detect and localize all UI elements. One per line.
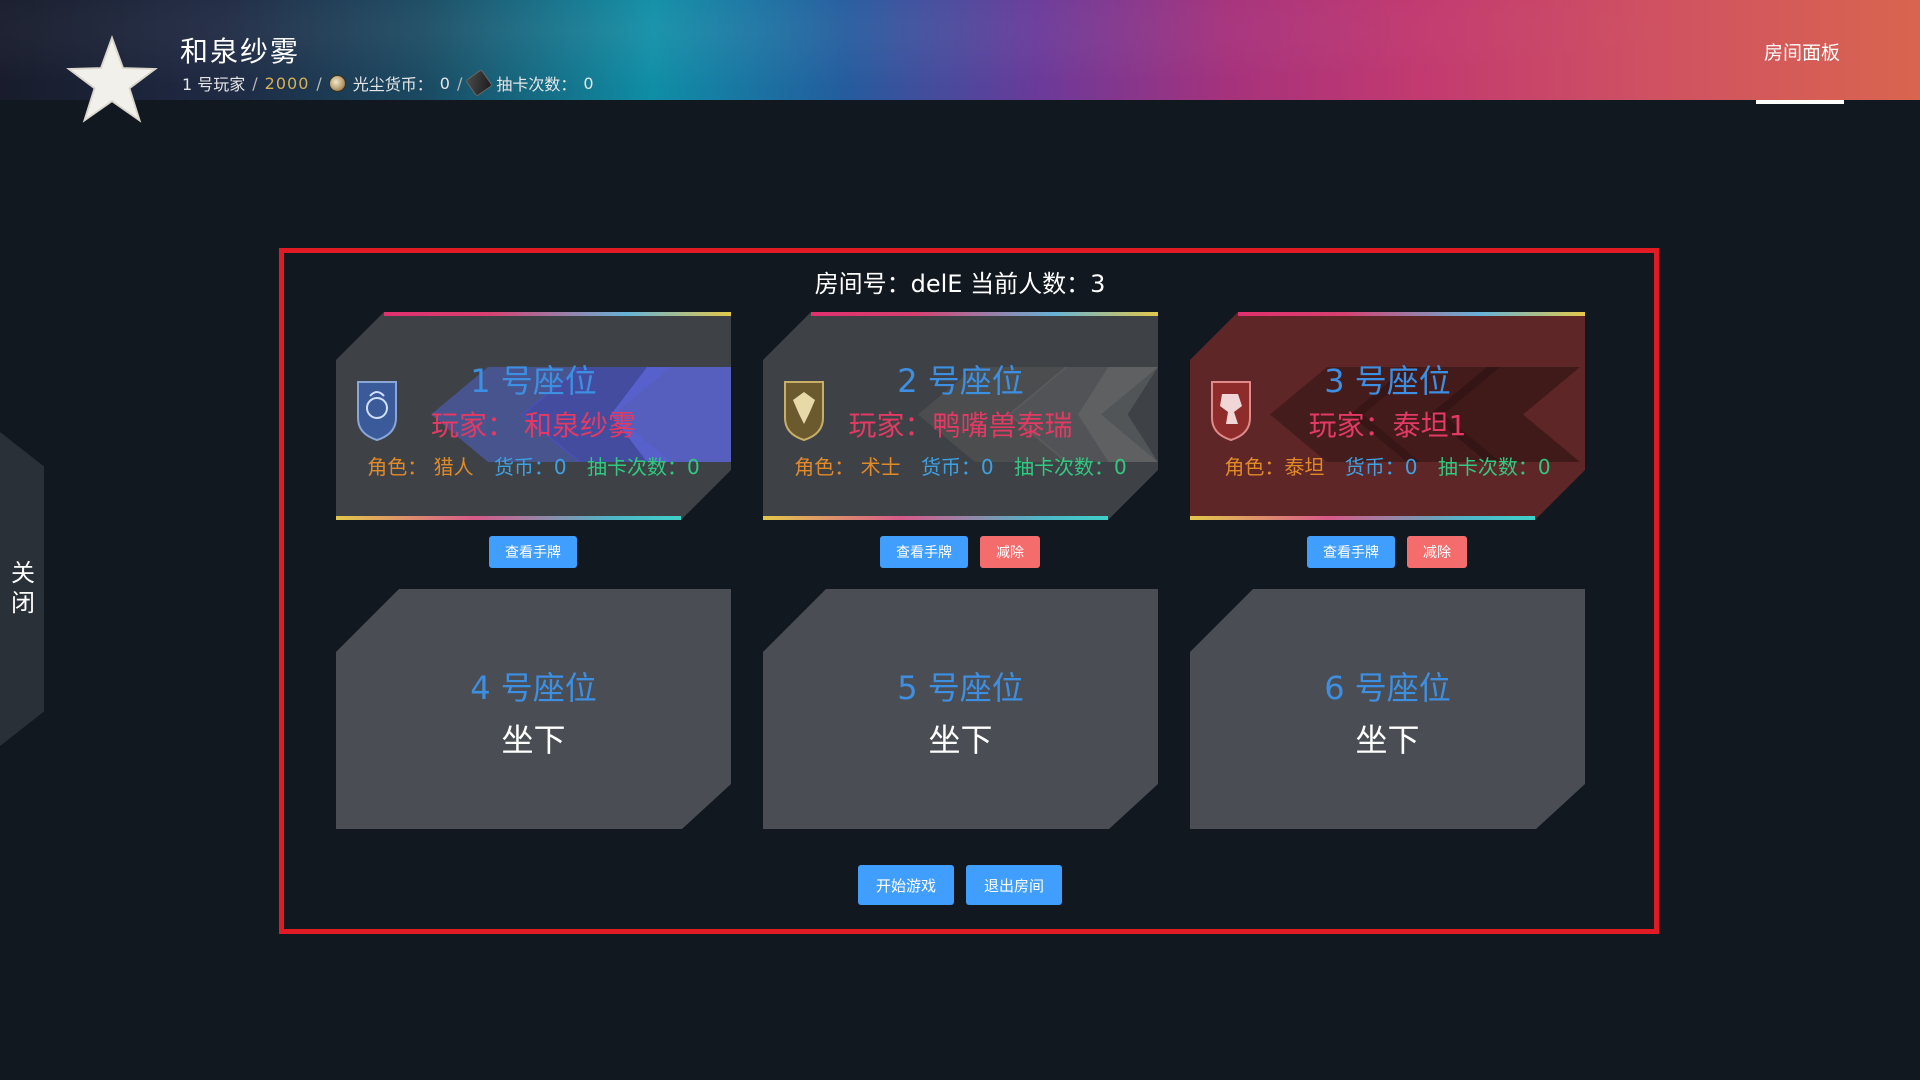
- player-index: 1 号玩家: [182, 75, 246, 94]
- seat-stats: 角色：泰坦 货币：0 抽卡次数：0: [1190, 451, 1585, 480]
- remove-player-button-seat-3[interactable]: 减除: [1407, 536, 1467, 568]
- seat-role: 角色：泰坦: [1224, 455, 1325, 479]
- room-title: 房间号：delE 当前人数：3: [814, 270, 1106, 298]
- seat-draws: 抽卡次数：0: [1014, 455, 1127, 479]
- seat-top-stripe: [1238, 312, 1585, 316]
- empty-seat-4[interactable]: 4 号座位 坐下: [336, 589, 731, 829]
- seat-number: 5 号座位: [897, 669, 1024, 707]
- star-emblem-icon: [66, 34, 158, 123]
- dust-label: 光尘货币：: [352, 75, 433, 94]
- seat-top-stripe: [384, 312, 731, 316]
- seat-top-stripe: [811, 312, 1158, 316]
- remove-player-button-seat-2[interactable]: 减除: [980, 536, 1040, 568]
- player-score: 2000: [264, 73, 310, 93]
- seat-bottom-stripe: [763, 516, 1108, 520]
- seat-role: 角色： 术士: [794, 455, 901, 479]
- top-banner: 和泉纱雾 1 号玩家 / 2000 / 光尘货币： 0 / 抽卡次数： 0 房间…: [0, 0, 1920, 100]
- sit-down-button[interactable]: 坐下: [763, 715, 1158, 761]
- seat-number: 6 号座位: [1324, 669, 1451, 707]
- sit-down-button[interactable]: 坐下: [1190, 715, 1585, 761]
- room-panel-tab[interactable]: 房间面板: [1764, 38, 1840, 65]
- start-game-button[interactable]: 开始游戏: [858, 865, 954, 905]
- seat-card-3: 3 号座位 玩家：泰坦1 角色：泰坦 货币：0 抽卡次数：0: [1190, 312, 1585, 520]
- leave-room-button[interactable]: 退出房间: [966, 865, 1062, 905]
- seat-background: [1190, 589, 1585, 829]
- seat-background: [763, 589, 1158, 829]
- separator: /: [252, 73, 258, 93]
- seat-role: 角色： 猎人: [367, 455, 474, 479]
- seat-number: 2 号座位: [897, 362, 1024, 400]
- seat-player-name: 玩家： 和泉纱雾: [431, 409, 636, 442]
- separator: /: [456, 73, 463, 93]
- seat-stats: 角色： 猎人 货币：0 抽卡次数：0: [336, 451, 731, 480]
- seat-bottom-stripe: [336, 516, 681, 520]
- draw-label: 抽卡次数：: [496, 75, 577, 94]
- seat-card-1: 1 号座位 玩家： 和泉纱雾 角色： 猎人 货币：0 抽卡次数：0: [336, 312, 731, 520]
- seat-number: 4 号座位: [470, 669, 597, 707]
- seat-draws: 抽卡次数：0: [1437, 455, 1551, 479]
- player-name: 和泉纱雾: [180, 35, 301, 68]
- dust-coin-icon: [328, 74, 346, 92]
- card-icon: [465, 69, 494, 97]
- seat-background: [336, 589, 731, 829]
- view-hand-button-seat-1[interactable]: 查看手牌: [489, 536, 577, 568]
- seat-player-name: 玩家：鸭嘴兽泰瑞: [848, 409, 1073, 442]
- seat-number: 3 号座位: [1324, 362, 1451, 400]
- seat-coin: 货币：0: [1344, 455, 1418, 479]
- seat-bottom-stripe: [1190, 516, 1535, 520]
- seat-stats: 角色： 术士 货币：0 抽卡次数：0: [763, 451, 1158, 480]
- close-label[interactable]: 关 闭: [10, 558, 36, 618]
- view-hand-button-seat-3[interactable]: 查看手牌: [1307, 536, 1395, 568]
- active-tab-indicator: [1756, 100, 1844, 104]
- seat-player-name: 玩家：泰坦1: [1308, 409, 1467, 442]
- draw-value: 0: [583, 73, 594, 93]
- sit-down-button[interactable]: 坐下: [336, 715, 731, 761]
- seat-number: 1 号座位: [470, 362, 597, 400]
- player-stats: 1 号玩家 / 2000 / 光尘货币： 0 / 抽卡次数： 0: [182, 69, 594, 97]
- seat-card-2: 2 号座位 玩家：鸭嘴兽泰瑞 角色： 术士 货币：0 抽卡次数：0: [763, 312, 1158, 520]
- separator: /: [316, 73, 322, 93]
- dust-value: 0: [439, 73, 450, 93]
- seat-coin: 货币：0: [920, 455, 994, 479]
- empty-seat-6[interactable]: 6 号座位 坐下: [1190, 589, 1585, 829]
- seat-draws: 抽卡次数：0: [587, 455, 700, 479]
- seat-coin: 货币：0: [493, 455, 567, 479]
- empty-seat-5[interactable]: 5 号座位 坐下: [763, 589, 1158, 829]
- view-hand-button-seat-2[interactable]: 查看手牌: [880, 536, 968, 568]
